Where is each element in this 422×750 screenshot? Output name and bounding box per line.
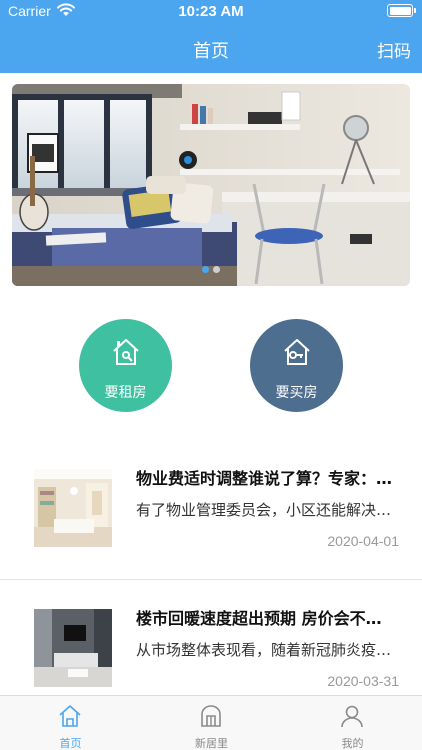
banner-carousel[interactable] [12,84,410,286]
carousel-dot[interactable] [213,266,220,273]
nav-header: Carrier 10:23 AM 首页 扫码 [0,0,422,73]
scan-button[interactable]: 扫码 [377,37,411,62]
rent-house-button[interactable]: 要租房 [79,319,172,412]
news-summary: 从市场整体表现看，随着新冠肺炎疫情逐步好转 [136,641,396,659]
banner-bedroom-image [12,84,410,286]
tab-new-home-label: 新居里 [195,737,228,750]
battery-icon [387,4,416,17]
clock: 10:23 AM [178,3,244,20]
list-divider [0,579,422,580]
tab-profile-label: 我的 [341,737,364,750]
tab-home[interactable]: 首页 [0,696,141,750]
news-thumbnail [34,469,112,547]
news-date: 2020-03-31 [327,673,399,689]
tab-home-label: 首页 [59,737,82,750]
carousel-dot-active[interactable] [202,266,209,273]
house-key-icon [113,339,139,365]
carousel-dots [12,258,410,277]
buy-house-label: 要买房 [275,385,318,401]
tab-new-home[interactable]: 新居里 [141,696,282,750]
rent-house-label: 要租房 [104,385,147,401]
news-title: 楼市回暖速度超出预期 房价会不会上涨 [136,609,396,628]
news-title: 物业费适时调整谁说了算？专家：需要满足... [136,469,396,488]
news-thumbnail [34,609,112,687]
buy-house-button[interactable]: 要买房 [250,319,343,412]
door-icon [201,705,221,727]
person-icon [341,705,363,728]
house-key-icon [284,339,310,365]
tab-bar: 首页 新居里 我的 [0,695,422,750]
news-item[interactable]: 物业费适时调整谁说了算？专家：需要满足... 有了物业管理委员会，小区还能解决哪… [0,465,422,575]
status-bar: Carrier 10:23 AM [0,0,422,24]
home-icon [59,705,81,727]
news-date: 2020-04-01 [327,533,399,549]
page-title: 首页 [193,41,229,62]
tab-profile[interactable]: 我的 [282,696,422,750]
news-summary: 有了物业管理委员会，小区还能解决哪些问题 [136,501,396,519]
